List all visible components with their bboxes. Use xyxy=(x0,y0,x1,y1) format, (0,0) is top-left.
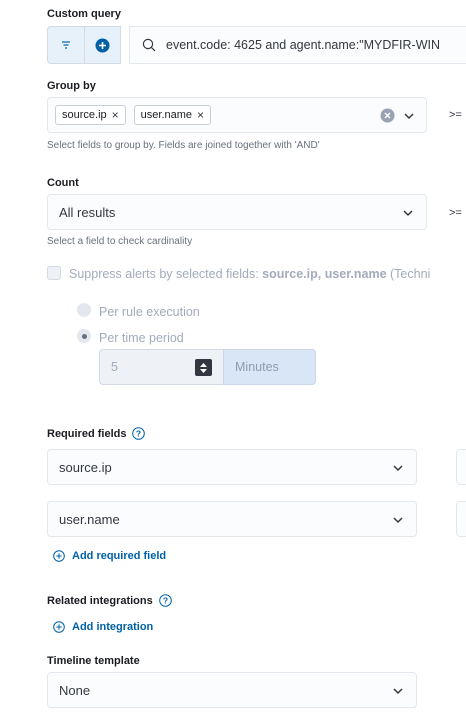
related-integrations-label: Related integrations xyxy=(47,594,153,607)
required-fields-label: Required fields xyxy=(47,427,127,440)
radio-per-time-period[interactable] xyxy=(77,329,91,343)
add-filter-button[interactable] xyxy=(85,27,120,63)
chevron-down-icon xyxy=(393,688,403,695)
radio-label: Per rule execution xyxy=(99,305,200,319)
timeline-template-value: None xyxy=(59,682,91,698)
chevron-down-icon[interactable] xyxy=(403,110,415,122)
radio-label: Per time period xyxy=(99,331,184,345)
radio-per-rule-execution[interactable] xyxy=(77,303,91,317)
search-icon xyxy=(142,38,156,52)
suppress-suffix: (Techni xyxy=(390,267,431,281)
timeline-template-select[interactable]: None xyxy=(47,672,417,708)
count-threshold-operator: >= xyxy=(449,207,462,219)
suppress-checkbox[interactable] xyxy=(47,266,61,280)
query-text: event.code: 4625 and agent.name:"MYDFIR-… xyxy=(166,38,441,52)
chip-source-ip: source.ip × xyxy=(55,105,126,125)
group-by-combobox[interactable]: source.ip × user.name × xyxy=(47,97,427,133)
related-integrations-label-group: Related integrations ? xyxy=(47,594,172,607)
number-stepper[interactable] xyxy=(195,359,212,376)
group-by-threshold-operator: >= xyxy=(449,109,462,121)
chevron-down-icon xyxy=(393,465,403,472)
filter-options-button[interactable] xyxy=(48,27,84,63)
query-actions xyxy=(47,26,121,64)
required-field-type-2[interactable] xyxy=(456,501,466,537)
suppress-fields: source.ip, user.name xyxy=(262,267,387,281)
radio-dot xyxy=(81,333,87,339)
add-integration-button[interactable]: Add integration xyxy=(53,621,153,633)
remove-chip-icon[interactable]: × xyxy=(112,109,119,121)
remove-chip-icon[interactable]: × xyxy=(197,109,204,121)
chip-label: source.ip xyxy=(62,109,107,121)
custom-query-label: Custom query xyxy=(47,8,121,20)
add-integration-label: Add integration xyxy=(72,621,154,633)
required-field-value: user.name xyxy=(59,511,120,527)
add-required-field-button[interactable]: Add required field xyxy=(53,550,166,562)
required-field-select-2[interactable]: user.name xyxy=(47,501,417,537)
caret-up-icon xyxy=(200,362,207,367)
plus-circle-icon xyxy=(95,38,110,52)
suppress-prefix: Suppress alerts by selected fields: xyxy=(69,267,259,281)
plus-in-circle-icon xyxy=(53,550,65,562)
suppress-label: Suppress alerts by selected fields: sour… xyxy=(69,267,430,281)
duration-value-input[interactable]: 5 xyxy=(99,349,223,385)
count-label: Count xyxy=(47,177,79,189)
duration-unit: Minutes xyxy=(235,360,279,374)
chip-user-name: user.name × xyxy=(133,105,212,125)
required-field-value: source.ip xyxy=(59,459,112,475)
clear-icon[interactable] xyxy=(380,108,395,123)
question-circle-icon[interactable]: ? xyxy=(132,427,146,440)
question-circle-icon[interactable]: ? xyxy=(158,594,172,607)
filter-icon xyxy=(62,41,70,49)
group-by-label: Group by xyxy=(47,80,96,92)
chip-label: user.name xyxy=(140,109,193,121)
add-required-field-label: Add required field xyxy=(72,550,167,562)
count-value: All results xyxy=(59,204,116,220)
svg-text:?: ? xyxy=(163,596,168,606)
plus-in-circle-icon xyxy=(53,621,65,633)
duration-unit-select[interactable]: Minutes xyxy=(223,349,316,385)
timeline-template-label: Timeline template xyxy=(47,655,140,667)
group-by-help: Select fields to group by. Fields are jo… xyxy=(47,140,320,151)
caret-down-icon xyxy=(200,368,207,373)
chevron-down-icon xyxy=(403,210,413,217)
count-select[interactable]: All results xyxy=(47,194,427,230)
chevron-down-icon xyxy=(393,517,403,524)
required-fields-label-group: Required fields ? xyxy=(47,427,146,440)
svg-text:?: ? xyxy=(136,429,141,439)
required-field-select-1[interactable]: source.ip xyxy=(47,449,417,485)
required-field-type-1[interactable] xyxy=(456,449,466,485)
duration-value: 5 xyxy=(111,360,118,374)
count-help: Select a field to check cardinality xyxy=(47,236,193,247)
query-input[interactable]: event.code: 4625 and agent.name:"MYDFIR-… xyxy=(129,26,466,64)
